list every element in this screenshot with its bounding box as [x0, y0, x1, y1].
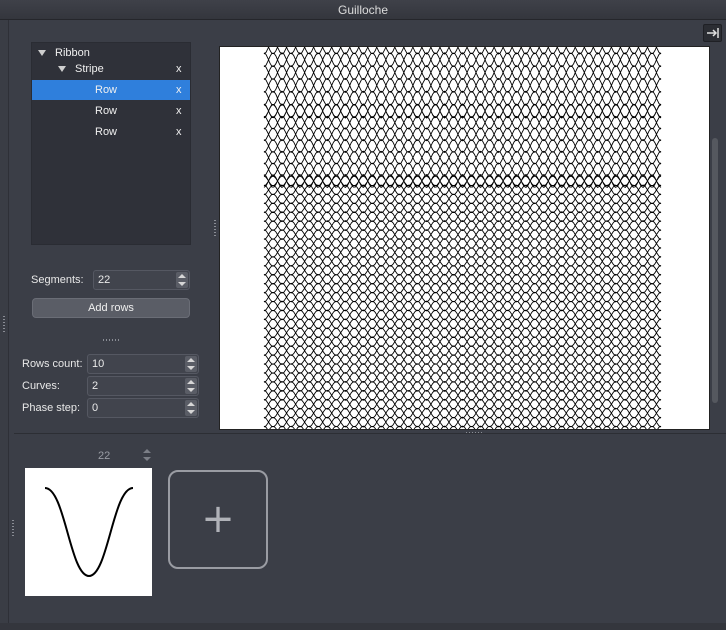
status-strip [0, 623, 726, 630]
guilloche-preview-canvas [219, 46, 710, 430]
curve-segments-stepper[interactable] [141, 446, 152, 464]
add-curve-button[interactable]: + [168, 470, 268, 569]
segments-spinbox[interactable] [93, 270, 190, 290]
tree-item-row[interactable]: Row x [32, 122, 190, 142]
stepper[interactable] [176, 272, 188, 288]
plus-icon: + [201, 496, 235, 542]
chevron-down-icon[interactable] [178, 282, 186, 286]
chevron-up-icon[interactable] [187, 380, 195, 384]
chevron-down-icon[interactable] [187, 388, 195, 392]
ribbon-tree[interactable]: Ribbon Stripe x Row x Row x Row x [31, 42, 191, 245]
segments-label: Segments: [31, 274, 84, 286]
chevron-up-icon[interactable] [187, 358, 195, 362]
sidebar-collapse-button[interactable] [703, 24, 722, 42]
chevron-down-icon[interactable] [187, 366, 195, 370]
curves-spinbox[interactable] [87, 376, 199, 396]
tree-item-label: Row [95, 105, 118, 117]
close-icon[interactable]: x [176, 101, 182, 121]
stepper[interactable] [185, 400, 197, 416]
curve-shape [44, 487, 134, 578]
curves-input[interactable] [92, 378, 169, 394]
splitter-grip-icon[interactable] [12, 520, 14, 536]
phase-step-input[interactable] [92, 400, 169, 416]
chevron-up-icon[interactable] [187, 402, 195, 406]
phase-step-spinbox[interactable] [87, 398, 199, 418]
chevron-up-icon[interactable] [143, 449, 151, 453]
sidebar-collapse-icon [707, 28, 719, 38]
close-icon[interactable]: x [176, 80, 182, 100]
splitter-grip-icon[interactable] [103, 339, 121, 341]
vertical-scrollbar[interactable] [712, 138, 718, 403]
curve-thumbnail[interactable] [25, 468, 152, 596]
disclosure-triangle-icon[interactable] [38, 50, 46, 56]
tree-item-label: Row [95, 126, 118, 138]
stepper[interactable] [185, 356, 197, 372]
guilloche-curves [263, 47, 662, 429]
left-splitter[interactable] [0, 20, 9, 630]
curves-label: Curves: [22, 380, 60, 392]
chevron-up-icon[interactable] [178, 274, 186, 278]
splitter-grip-icon[interactable] [214, 220, 216, 236]
disclosure-triangle-icon[interactable] [58, 66, 66, 72]
tree-item-label: Row [95, 84, 118, 96]
tree-item-row[interactable]: Row x [32, 101, 190, 121]
guilloche-pattern [263, 47, 662, 429]
splitter-grip-icon [3, 316, 5, 332]
chevron-down-icon[interactable] [143, 457, 151, 461]
curve-segments-value[interactable]: 22 [98, 450, 110, 462]
stepper[interactable] [185, 378, 197, 394]
rows-count-input[interactable] [92, 356, 169, 372]
tree-item-label: Stripe [75, 63, 104, 75]
add-rows-button[interactable]: Add rows [32, 298, 190, 318]
rows-count-spinbox[interactable] [87, 354, 199, 374]
phase-step-label: Phase step: [22, 402, 81, 414]
tree-item-stripe[interactable]: Stripe x [32, 59, 190, 79]
close-icon[interactable]: x [176, 59, 182, 79]
tree-item-row[interactable]: Row x [32, 80, 190, 100]
rows-count-label: Rows count: [22, 358, 83, 370]
window-title: Guilloche [0, 0, 726, 20]
chevron-down-icon[interactable] [187, 410, 195, 414]
segments-input[interactable] [98, 272, 165, 288]
close-icon[interactable]: x [176, 122, 182, 142]
